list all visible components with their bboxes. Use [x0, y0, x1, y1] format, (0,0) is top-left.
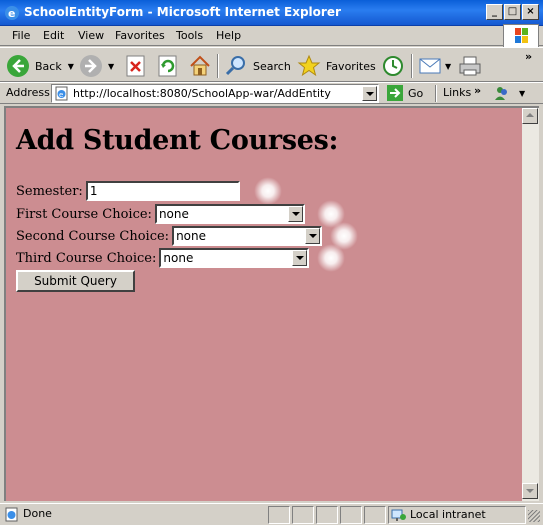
- status-cell: [316, 506, 338, 524]
- status-cell: [268, 506, 290, 524]
- chevron-down-icon[interactable]: [292, 250, 308, 266]
- svg-text:e: e: [8, 7, 15, 20]
- address-input[interactable]: e http://localhost:8080/SchoolApp-war/Ad…: [51, 84, 379, 103]
- submit-button[interactable]: Submit Query: [16, 270, 135, 292]
- mail-dropdown-icon[interactable]: ▼: [445, 62, 451, 71]
- menu-edit[interactable]: Edit: [43, 29, 64, 42]
- menu-help[interactable]: Help: [216, 29, 241, 42]
- chevron-down-icon[interactable]: [305, 228, 321, 244]
- favorites-button[interactable]: Favorites: [297, 51, 376, 81]
- links-button[interactable]: Links: [443, 86, 471, 99]
- third-course-select[interactable]: none: [159, 248, 310, 268]
- maximize-button[interactable]: □: [504, 4, 521, 20]
- address-label: Address: [6, 86, 50, 99]
- toolbar: Back ▼ ▼ Search Favorites ▼ »: [0, 47, 543, 82]
- home-button[interactable]: [188, 51, 212, 81]
- go-arrow-icon: [387, 85, 403, 101]
- stop-icon: [126, 55, 145, 77]
- back-arrow-icon: [7, 55, 29, 77]
- print-icon: [459, 56, 481, 76]
- mail-button[interactable]: ▼: [418, 51, 451, 81]
- mail-icon: [419, 58, 441, 74]
- page-done-icon: [5, 507, 18, 522]
- toolbar-separator: [411, 54, 413, 78]
- refresh-button[interactable]: [157, 51, 179, 81]
- minimize-button[interactable]: _: [486, 4, 503, 20]
- chevron-down-icon[interactable]: [287, 206, 303, 222]
- windows-logo-icon: [503, 24, 539, 48]
- go-button[interactable]: Go: [386, 84, 423, 102]
- page-icon: e: [55, 86, 68, 101]
- address-separator: [435, 85, 437, 102]
- window-title: SchoolEntityForm - Microsoft Internet Ex…: [24, 5, 341, 19]
- address-url: http://localhost:8080/SchoolApp-war/AddE…: [73, 87, 331, 100]
- back-label: Back: [35, 59, 62, 73]
- menu-tools[interactable]: Tools: [176, 29, 203, 42]
- scroll-up-button[interactable]: [522, 108, 538, 124]
- address-dropdown-button[interactable]: [362, 86, 377, 101]
- status-text: Done: [23, 507, 52, 520]
- semester-input[interactable]: 1: [85, 181, 240, 201]
- semester-row: Semester: 1: [16, 177, 282, 205]
- third-course-label: Third Course Choice:: [16, 250, 157, 266]
- history-icon: [383, 56, 403, 76]
- intranet-icon: [391, 509, 406, 521]
- first-course-label: First Course Choice:: [16, 206, 152, 222]
- messenger-button[interactable]: ▼: [493, 84, 525, 102]
- zone-cell: Local intranet: [388, 506, 526, 524]
- third-course-row: Third Course Choice: none: [16, 244, 346, 272]
- back-button[interactable]: Back ▼: [6, 51, 74, 81]
- search-icon: [225, 56, 245, 76]
- search-label: Search: [253, 59, 291, 73]
- page-content: Add Student Courses: Semester: 1 First C…: [4, 106, 522, 501]
- status-cell: [292, 506, 314, 524]
- status-cell: [364, 506, 386, 524]
- glow-decoration: [317, 244, 346, 272]
- menu-favorites[interactable]: Favorites: [115, 29, 165, 42]
- title-bar: e SchoolEntityForm - Microsoft Internet …: [0, 0, 543, 26]
- first-course-select[interactable]: none: [154, 204, 305, 224]
- second-course-value: none: [176, 229, 206, 243]
- scroll-down-button[interactable]: [522, 483, 538, 499]
- messenger-dropdown-icon[interactable]: ▼: [519, 89, 525, 98]
- history-button[interactable]: [381, 51, 405, 81]
- forward-button[interactable]: ▼: [79, 51, 114, 81]
- back-dropdown-icon[interactable]: ▼: [68, 62, 74, 71]
- menu-file[interactable]: File: [12, 29, 30, 42]
- links-overflow-icon[interactable]: »: [474, 84, 481, 97]
- semester-label: Semester:: [16, 183, 83, 199]
- second-course-select[interactable]: none: [172, 226, 323, 246]
- favorites-label: Favorites: [326, 59, 376, 73]
- refresh-icon: [158, 55, 177, 77]
- home-icon: [190, 55, 210, 76]
- address-bar: Address e http://localhost:8080/SchoolAp…: [0, 82, 543, 104]
- forward-dropdown-icon[interactable]: ▼: [108, 62, 114, 71]
- first-course-row: First Course Choice: none: [16, 200, 345, 228]
- menu-view[interactable]: View: [78, 29, 104, 42]
- print-button[interactable]: [458, 51, 482, 81]
- stop-button[interactable]: [125, 51, 147, 81]
- vertical-scrollbar[interactable]: [522, 106, 539, 501]
- first-course-value: none: [158, 207, 189, 221]
- forward-arrow-icon: [80, 55, 102, 77]
- toolbar-overflow-icon[interactable]: »: [525, 50, 532, 63]
- status-cell: [340, 506, 362, 524]
- glow-decoration: [253, 177, 282, 205]
- third-course-value: none: [163, 251, 194, 265]
- messenger-icon: [495, 87, 507, 100]
- second-course-row: Second Course Choice: none: [16, 222, 359, 250]
- ie-icon: e: [5, 6, 19, 20]
- page-heading: Add Student Courses:: [16, 125, 339, 156]
- search-button[interactable]: Search: [224, 51, 291, 81]
- toolbar-separator: [217, 54, 219, 78]
- favorites-star-icon: [297, 54, 321, 77]
- go-label: Go: [408, 86, 424, 100]
- resize-grip-icon[interactable]: [528, 510, 540, 522]
- second-course-label: Second Course Choice:: [16, 228, 170, 244]
- svg-text:e: e: [59, 91, 63, 99]
- menu-bar: File Edit View Favorites Tools Help: [0, 26, 543, 46]
- zone-text: Local intranet: [410, 508, 486, 521]
- status-bar: Done Local intranet: [0, 503, 543, 525]
- close-button[interactable]: ×: [522, 4, 539, 20]
